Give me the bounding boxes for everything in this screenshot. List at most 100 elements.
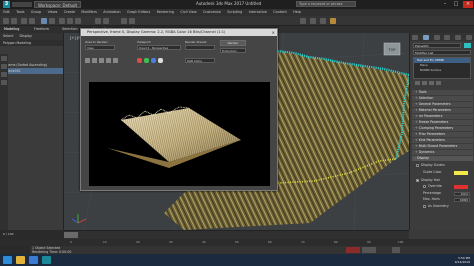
menu-edit[interactable]: Edit <box>0 9 13 16</box>
rollout-freeze-parameters[interactable]: Freeze Parameters <box>412 120 473 125</box>
tab-selection[interactable]: Selection <box>62 26 78 33</box>
snap-icon[interactable] <box>95 18 101 24</box>
hierarchy-tab-icon[interactable] <box>433 34 440 40</box>
search-input[interactable]: Type a keyword or phrase <box>296 1 356 7</box>
viewport-select-dropdown[interactable]: Quad 4 - Perspective <box>137 45 181 50</box>
object-name-field[interactable]: Plane001 <box>413 43 461 48</box>
menu-scripting[interactable]: Scripting <box>224 9 245 16</box>
rollout-dynamics[interactable]: Dynamics <box>412 150 473 155</box>
make-unique-icon[interactable] <box>429 81 434 85</box>
render-setup-icon[interactable] <box>310 18 316 24</box>
scale-icon[interactable] <box>75 18 81 24</box>
menu-group[interactable]: Group <box>28 9 45 16</box>
override-checkbox[interactable] <box>423 185 426 188</box>
filter-lights-icon[interactable] <box>1 72 7 77</box>
max-hairs-field[interactable]: 10000 <box>454 198 470 202</box>
rendered-frame-window-icon[interactable] <box>320 18 326 24</box>
menu-customize[interactable]: Customize <box>200 9 224 16</box>
render-button[interactable]: Render <box>220 40 246 46</box>
time-slider[interactable] <box>64 230 409 239</box>
pin-stack-icon[interactable] <box>415 81 420 85</box>
browser-icon[interactable] <box>29 256 38 264</box>
rotate-icon[interactable] <box>67 18 73 24</box>
system-clock[interactable]: 3:54 PM 9/14/2016 <box>455 256 470 264</box>
file-explorer-icon[interactable] <box>16 256 25 264</box>
maximize-button[interactable]: □ <box>451 1 461 8</box>
rollout-multi-strand-parameters[interactable]: Multi Strand Parameters <box>412 144 473 149</box>
filter-geometry-icon[interactable] <box>1 56 7 61</box>
rollout-frizz-parameters[interactable]: Frizz Parameters <box>412 132 473 137</box>
track-bar[interactable]: 0 10 20 30 40 50 60 70 80 90 100 <box>0 239 474 246</box>
as-geometry-checkbox[interactable] <box>423 205 426 208</box>
menu-graph-editors[interactable]: Graph Editors <box>124 9 154 16</box>
tab-freeform[interactable]: Freeform <box>34 26 49 33</box>
clear-image-icon[interactable] <box>113 58 118 63</box>
scene-explorer-select-menu[interactable]: Select <box>3 33 13 40</box>
remove-modifier-icon[interactable] <box>436 81 441 85</box>
select-by-name-icon[interactable] <box>49 18 55 24</box>
menu-rendering[interactable]: Rendering <box>153 9 177 16</box>
copy-image-icon[interactable] <box>92 58 97 63</box>
scene-object-row[interactable]: Plane001 <box>0 68 63 74</box>
save-image-icon[interactable] <box>85 58 90 63</box>
show-end-result-icon[interactable] <box>422 81 427 85</box>
alpha-channel-toggle[interactable] <box>158 58 163 63</box>
menu-create[interactable]: Create <box>61 9 79 16</box>
guide-color-swatch[interactable] <box>454 171 468 175</box>
mirror-icon[interactable] <box>121 18 127 24</box>
render-preset-dropdown[interactable] <box>185 45 215 50</box>
red-channel-toggle[interactable] <box>137 58 142 63</box>
print-image-icon[interactable] <box>106 58 111 63</box>
object-color-swatch[interactable] <box>464 43 471 48</box>
move-icon[interactable] <box>59 18 65 24</box>
redo-icon[interactable] <box>11 18 17 24</box>
modify-tab-icon[interactable] <box>422 34 429 40</box>
render-production-icon[interactable] <box>330 18 336 24</box>
area-to-render-dropdown[interactable]: View <box>85 45 115 50</box>
utilities-tab-icon[interactable] <box>465 34 472 40</box>
unlink-icon[interactable] <box>29 18 35 24</box>
menu-tools[interactable]: Tools <box>13 9 28 16</box>
menu-interactive[interactable]: Interactive <box>245 9 270 16</box>
3dsmax-taskbar-icon[interactable] <box>42 256 51 264</box>
blue-channel-toggle[interactable] <box>151 58 156 63</box>
align-icon[interactable] <box>129 18 135 24</box>
stack-item-nurbs[interactable]: NURBS Surface <box>414 68 470 73</box>
undo-icon[interactable] <box>3 18 9 24</box>
rollout-clumping-parameters[interactable]: Clumping Parameters <box>412 126 473 131</box>
close-button[interactable]: × <box>463 1 473 8</box>
viewcube-icon[interactable]: TOP <box>383 42 401 56</box>
menu-animation[interactable]: Animation <box>100 9 124 16</box>
percentage-field[interactable]: 100.0 <box>454 192 470 196</box>
clone-frame-icon[interactable] <box>99 58 104 63</box>
app-logo-icon[interactable]: 3 <box>3 1 10 8</box>
rollout-display[interactable]: Display <box>412 156 473 161</box>
tab-modeling[interactable]: Modeling <box>4 26 19 33</box>
override-color-swatch[interactable] <box>454 185 468 189</box>
modifier-list-dropdown[interactable]: Modifier List <box>413 50 471 55</box>
material-editor-icon[interactable] <box>300 18 306 24</box>
menu-help[interactable]: Help <box>290 9 304 16</box>
rollout-mr-parameters[interactable]: mr Parameters <box>412 114 473 119</box>
display-guides-checkbox[interactable] <box>416 164 419 167</box>
select-icon[interactable] <box>41 18 47 24</box>
link-icon[interactable] <box>21 18 27 24</box>
menu-content[interactable]: Content <box>270 9 290 16</box>
windows-start-icon[interactable] <box>3 256 12 264</box>
green-channel-toggle[interactable] <box>144 58 149 63</box>
display-tab-icon[interactable] <box>454 34 461 40</box>
rollout-general-parameters[interactable]: General Parameters <box>412 102 473 107</box>
play-button[interactable] <box>392 247 400 253</box>
angle-snap-icon[interactable] <box>103 18 109 24</box>
rollout-kink-parameters[interactable]: Kink Parameters <box>412 138 473 143</box>
create-tab-icon[interactable] <box>412 34 419 40</box>
menu-civil-view[interactable]: Civil View <box>177 9 200 16</box>
minimize-button[interactable]: – <box>440 1 450 8</box>
production-dropdown[interactable]: Production <box>220 48 246 53</box>
rollout-selection[interactable]: Selection <box>412 96 473 101</box>
rollout-tools[interactable]: Tools <box>412 90 473 95</box>
display-hair-checkbox[interactable] <box>416 179 419 182</box>
time-slider-handle[interactable] <box>64 232 78 238</box>
workspace-dropdown[interactable]: Workspace: Default <box>34 1 82 8</box>
maxscript-listener[interactable] <box>0 246 30 254</box>
